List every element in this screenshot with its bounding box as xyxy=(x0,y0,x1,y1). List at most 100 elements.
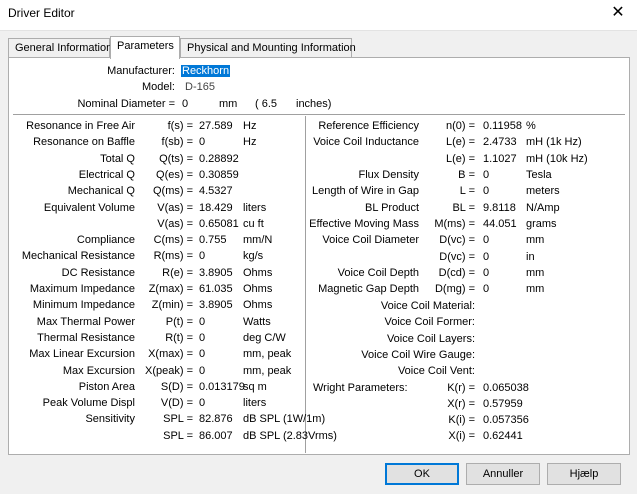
param-value-field[interactable]: 27.589 xyxy=(199,120,233,132)
param-label: Compliance xyxy=(76,234,135,247)
param-symbol: S(D) = xyxy=(160,380,193,393)
tab-physical-mounting[interactable]: Physical and Mounting Information xyxy=(180,38,356,58)
param-unit: mH (1k Hz) xyxy=(526,136,582,149)
help-button[interactable]: Hjælp xyxy=(547,463,621,485)
ok-button[interactable]: OK xyxy=(385,463,459,485)
param-unit: sq m xyxy=(243,380,267,393)
param-label: Flux Density xyxy=(358,169,419,181)
param-symbol: Q(ms) = xyxy=(152,185,193,198)
param-value-field[interactable]: 0.62441 xyxy=(483,430,523,442)
voice-coil-text-field: Voice Coil Wire Gauge: xyxy=(361,348,475,361)
param-value-field[interactable]: 0 xyxy=(199,250,205,262)
param-label: Resonance on Baffle xyxy=(33,136,135,149)
param-value-field[interactable]: 2.4733 xyxy=(483,136,517,148)
param-label: Max Thermal Power xyxy=(36,315,135,328)
param-unit: mm xyxy=(526,234,545,247)
param-symbol: f(s) = xyxy=(167,120,193,132)
manufacturer-field[interactable]: Reckhorn xyxy=(181,65,231,77)
param-value-field[interactable]: 0.65081 xyxy=(199,218,239,230)
header-divider xyxy=(13,114,625,115)
param-value-field[interactable]: 0 xyxy=(199,365,205,377)
param-value-field[interactable]: 0.28892 xyxy=(199,153,239,165)
param-value-field[interactable]: 0.013179 xyxy=(199,381,245,393)
param-symbol: V(as) = xyxy=(157,217,193,230)
param-unit: liters xyxy=(243,397,267,410)
param-unit: mm, peak xyxy=(243,348,292,361)
param-symbol: f(sb) = xyxy=(161,136,193,149)
param-value-field[interactable]: 0.065038 xyxy=(483,382,529,394)
param-symbol: V(as) = xyxy=(157,201,193,214)
param-value-field[interactable]: 0 xyxy=(483,169,489,181)
model-field[interactable]: D-165 xyxy=(185,81,215,93)
param-label: Max Excursion xyxy=(62,364,135,377)
param-value-field[interactable]: 4.5327 xyxy=(199,185,233,197)
param-unit: mm/N xyxy=(243,234,273,247)
nominal-diameter-unit: mm xyxy=(219,98,238,110)
param-value-field[interactable]: 3.8905 xyxy=(199,267,233,279)
param-value-field[interactable]: 0.30859 xyxy=(199,169,239,181)
param-value-field[interactable]: 82.876 xyxy=(199,413,233,425)
param-label: Piston Area xyxy=(78,380,135,393)
param-symbol: L = xyxy=(459,185,475,198)
param-value-field[interactable]: 0.57959 xyxy=(483,398,523,410)
param-value-field[interactable]: 9.8118 xyxy=(483,202,516,214)
param-value-field[interactable]: 0.057356 xyxy=(483,414,529,426)
nominal-diameter-inches-unit: inches) xyxy=(296,98,332,110)
param-value-field[interactable]: 1.1027 xyxy=(483,153,517,165)
nominal-diameter-field[interactable]: 0 xyxy=(182,98,188,110)
param-symbol: D(cd) = xyxy=(438,267,475,279)
param-symbol: Z(min) = xyxy=(151,299,193,312)
param-unit: % xyxy=(526,120,536,132)
param-value-field[interactable]: 44.051 xyxy=(483,218,517,230)
param-value-field[interactable]: 0 xyxy=(483,267,489,279)
tab-parameters[interactable]: Parameters xyxy=(110,36,180,59)
voice-coil-text-field: Voice Coil Material: xyxy=(380,300,475,312)
param-label: Resonance in Free Air xyxy=(26,120,135,132)
param-label: Mechanical Resistance xyxy=(21,250,135,263)
param-symbol: X(peak) = xyxy=(145,364,193,377)
param-symbol: L(e) = xyxy=(445,152,475,165)
nominal-diameter-label: Nominal Diameter = xyxy=(77,98,175,110)
voice-coil-text-field: Voice Coil Layers: xyxy=(386,332,475,345)
param-value-field[interactable]: 0 xyxy=(483,251,489,263)
voice-coil-text-field: Voice Coil Former: xyxy=(384,316,475,329)
param-label: Mechanical Q xyxy=(67,185,135,198)
param-unit: grams xyxy=(526,218,557,230)
title-bar: Driver Editor ✕ xyxy=(0,0,637,30)
param-label: Thermal Resistance xyxy=(37,331,135,344)
param-value-field[interactable]: 0 xyxy=(199,332,205,344)
param-label: Voice Coil Depth xyxy=(337,267,419,279)
param-label: Length of Wire in Gap xyxy=(311,185,419,198)
param-label: Total Q xyxy=(100,152,135,165)
param-unit: Ohms xyxy=(243,266,273,279)
cancel-button[interactable]: Annuller xyxy=(466,463,540,485)
tab-general-information[interactable]: General Information xyxy=(8,38,112,58)
param-label: Reference Efficiency xyxy=(318,120,419,132)
param-symbol: K(r) = xyxy=(447,381,475,394)
param-unit: mH (10k Hz) xyxy=(526,152,588,165)
param-value-field[interactable]: 18.429 xyxy=(199,202,233,214)
param-value-field[interactable]: 0 xyxy=(483,185,489,197)
param-value-field[interactable]: 86.007 xyxy=(199,430,233,442)
param-symbol: n(0) = xyxy=(445,120,475,132)
param-value-field[interactable]: 0.11958 xyxy=(483,120,522,132)
param-value-field[interactable]: 3.8905 xyxy=(199,299,233,311)
param-value-field[interactable]: 0.755 xyxy=(199,234,227,246)
param-value-field[interactable]: 61.035 xyxy=(199,283,233,295)
param-unit: kg/s xyxy=(243,250,264,263)
param-value-field[interactable]: 0 xyxy=(199,136,205,148)
param-value-field[interactable]: 0 xyxy=(199,316,205,328)
param-unit: Hz xyxy=(243,120,257,132)
param-symbol: D(vc) = xyxy=(439,250,475,263)
param-label: Voice Coil Inductance xyxy=(313,136,419,149)
column-divider xyxy=(305,116,306,453)
param-value-field[interactable]: 0 xyxy=(483,283,489,295)
param-unit: mm, peak xyxy=(243,364,292,377)
param-value-field[interactable]: 0 xyxy=(483,234,489,246)
param-symbol: P(t) = xyxy=(165,315,193,328)
close-icon[interactable]: ✕ xyxy=(607,2,629,24)
param-value-field[interactable]: 0 xyxy=(199,348,205,360)
param-symbol: X(r) = xyxy=(447,397,475,410)
param-value-field[interactable]: 0 xyxy=(199,397,205,409)
param-label: Peak Volume Displ xyxy=(42,397,135,410)
